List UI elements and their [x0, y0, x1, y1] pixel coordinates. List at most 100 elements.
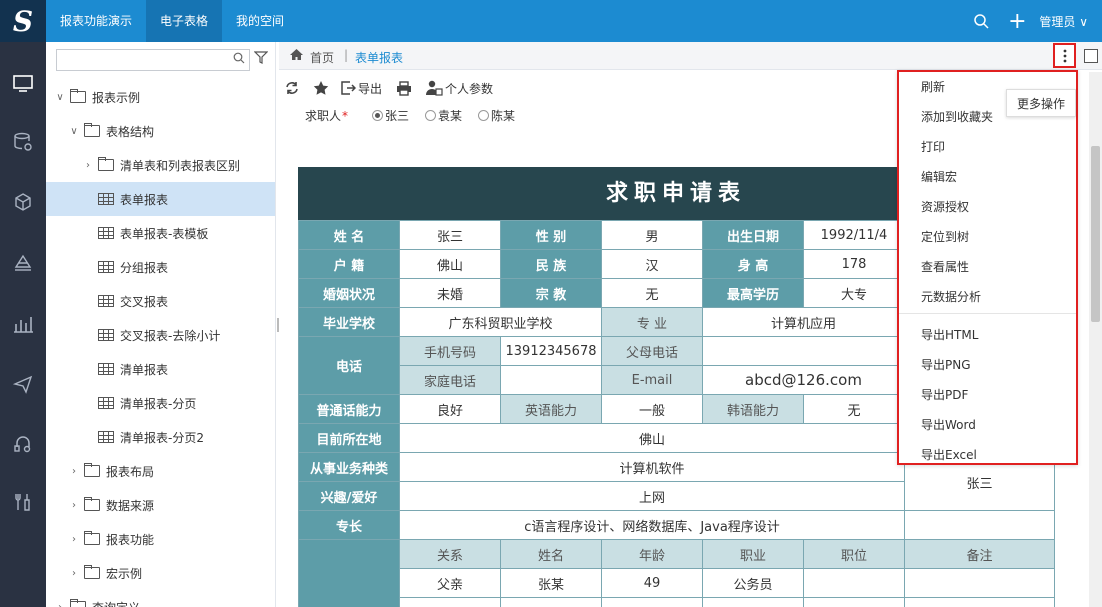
grid-report-icon: [98, 295, 114, 307]
search-icon[interactable]: [233, 52, 245, 67]
tree-node-list-report[interactable]: 清单报表: [46, 352, 275, 386]
chevron-down-icon[interactable]: ∨: [68, 126, 80, 137]
filter-icon[interactable]: [253, 51, 269, 68]
tab-my-space[interactable]: 我的空间: [222, 0, 298, 42]
tree-node-form-report-template[interactable]: 表单报表-表模板: [46, 216, 275, 250]
scrollbar-thumb[interactable]: [1091, 146, 1100, 322]
menu-item-export-pdf[interactable]: 导出PDF: [921, 386, 968, 403]
tree-search-box[interactable]: [56, 49, 250, 71]
cell-value: 一般: [601, 394, 703, 424]
refresh-icon[interactable]: [285, 81, 299, 95]
top-bar: S 报表功能演示 电子表格 我的空间 + 管理员 ∨: [0, 0, 1102, 42]
tree-node-data-source[interactable]: › 数据来源: [46, 488, 275, 522]
family-cell: [702, 597, 804, 607]
cell-label: 父母电话: [601, 336, 703, 366]
tree-node-query-definition[interactable]: ›查询定义: [46, 590, 275, 607]
radio-dot[interactable]: [478, 110, 490, 121]
chevron-right-icon[interactable]: ›: [54, 602, 66, 607]
chevron-right-icon[interactable]: ›: [82, 160, 94, 171]
tree-node-report-features[interactable]: › 报表功能: [46, 522, 275, 556]
tree-node-form-report[interactable]: 表单报表: [46, 182, 275, 216]
radio-dot[interactable]: [425, 110, 437, 121]
tree-node-table-structure[interactable]: ∨ 表格结构: [46, 114, 275, 148]
menu-item-print[interactable]: 打印: [921, 138, 945, 155]
tree-node-cross-report[interactable]: 交叉报表: [46, 284, 275, 318]
report-toolbar: 导出 个人参数: [279, 71, 493, 105]
breadcrumb-current[interactable]: 表单报表: [355, 49, 403, 66]
panel-splitter[interactable]: [277, 318, 279, 332]
cell-label: 毕业学校: [298, 307, 400, 337]
search-icon[interactable]: [963, 0, 999, 42]
personal-params-button[interactable]: 个人参数: [426, 80, 493, 97]
folder-icon: [84, 497, 100, 511]
star-icon[interactable]: [313, 80, 329, 96]
more-actions-button[interactable]: [1053, 43, 1076, 68]
cell-value: 良好: [399, 394, 501, 424]
chevron-right-icon[interactable]: ›: [68, 568, 80, 579]
top-nav: 报表功能演示 电子表格 我的空间: [46, 0, 298, 42]
add-icon[interactable]: +: [999, 0, 1035, 42]
radio-option-zhangsan[interactable]: 张三: [372, 107, 409, 124]
vertical-scrollbar[interactable]: [1089, 72, 1102, 607]
family-cell: 公务员: [702, 568, 804, 598]
menu-item-locate-in-tree[interactable]: 定位到树: [921, 228, 969, 245]
menu-item-metadata-analysis[interactable]: 元数据分析: [921, 288, 981, 305]
radio-option-chen[interactable]: 陈某: [478, 107, 515, 124]
radio-option-yuan[interactable]: 袁某: [425, 107, 462, 124]
menu-item-resource-auth[interactable]: 资源授权: [921, 198, 969, 215]
chevron-right-icon[interactable]: ›: [68, 500, 80, 511]
menu-item-export-png[interactable]: 导出PNG: [921, 356, 971, 373]
maximize-button[interactable]: [1084, 49, 1098, 63]
folder-icon: [84, 463, 100, 477]
home-icon[interactable]: [289, 48, 304, 65]
tree-node-macro-examples[interactable]: › 宏示例: [46, 556, 275, 590]
tree-node-report-examples[interactable]: ∨ 报表示例: [46, 80, 275, 114]
app-logo[interactable]: S: [0, 0, 46, 42]
cell-label: 电话: [298, 336, 400, 395]
bar-chart-icon[interactable]: [0, 304, 46, 344]
menu-item-view-properties[interactable]: 查看属性: [921, 258, 969, 275]
send-icon[interactable]: [0, 364, 46, 404]
chevron-right-icon[interactable]: ›: [68, 534, 80, 545]
menu-item-add-favorite[interactable]: 添加到收藏夹: [921, 108, 993, 125]
tab-spreadsheet[interactable]: 电子表格: [146, 0, 223, 42]
cell-label: 性 别: [500, 220, 602, 250]
cell-label: E-mail: [601, 365, 703, 395]
tree-search-input[interactable]: [61, 50, 231, 70]
chevron-right-icon[interactable]: ›: [68, 466, 80, 477]
tab-report-demo[interactable]: 报表功能演示: [46, 0, 146, 42]
grid-report-icon: [98, 261, 114, 273]
tree-node-cross-report-no-subtotal[interactable]: 交叉报表-去除小计: [46, 318, 275, 352]
menu-item-export-word[interactable]: 导出Word: [921, 416, 976, 433]
param-label: 求职人: [305, 109, 342, 123]
tree-node-group-report[interactable]: 分组报表: [46, 250, 275, 284]
cell-label: 家庭电话: [399, 365, 501, 395]
headset-icon[interactable]: [0, 424, 46, 464]
menu-item-edit-macro[interactable]: 编辑宏: [921, 168, 957, 185]
user-menu[interactable]: 管理员 ∨: [1035, 13, 1102, 30]
tree-node-report-layout[interactable]: › 报表布局: [46, 454, 275, 488]
tree-node-list-vs-table[interactable]: › 清单表和列表报表区别: [46, 148, 275, 182]
menu-item-export-html[interactable]: 导出HTML: [921, 326, 978, 343]
cell-label: 姓 名: [298, 220, 400, 250]
cell-label: 最高学历: [702, 278, 804, 308]
export-button[interactable]: 导出: [341, 80, 382, 97]
database-settings-icon[interactable]: [0, 122, 46, 162]
tree-node-list-report-paged-2[interactable]: 清单报表-分页2: [46, 420, 275, 454]
breadcrumb-home[interactable]: 首页: [310, 49, 334, 66]
menu-item-refresh[interactable]: 刷新: [921, 78, 945, 95]
cell-label: 专长: [298, 510, 400, 540]
tree-list: ∨ 报表示例 ∨ 表格结构 › 清单表和列表报表区别 表单报表 表单报表-表模板 分组…: [46, 80, 275, 607]
layers-icon[interactable]: [0, 242, 46, 282]
cell-value: 无: [803, 394, 905, 424]
grid-report-icon: [98, 193, 114, 205]
tree-node-list-report-paged[interactable]: 清单报表-分页: [46, 386, 275, 420]
printer-icon[interactable]: [396, 80, 412, 96]
cell-value: 佛山: [399, 249, 501, 279]
cube-icon[interactable]: [0, 182, 46, 222]
chevron-down-icon[interactable]: ∨: [54, 92, 66, 103]
menu-item-export-excel[interactable]: 导出Excel: [921, 446, 977, 463]
radio-dot[interactable]: [372, 110, 384, 121]
monitor-icon[interactable]: [0, 64, 46, 104]
tools-icon[interactable]: [0, 482, 46, 522]
